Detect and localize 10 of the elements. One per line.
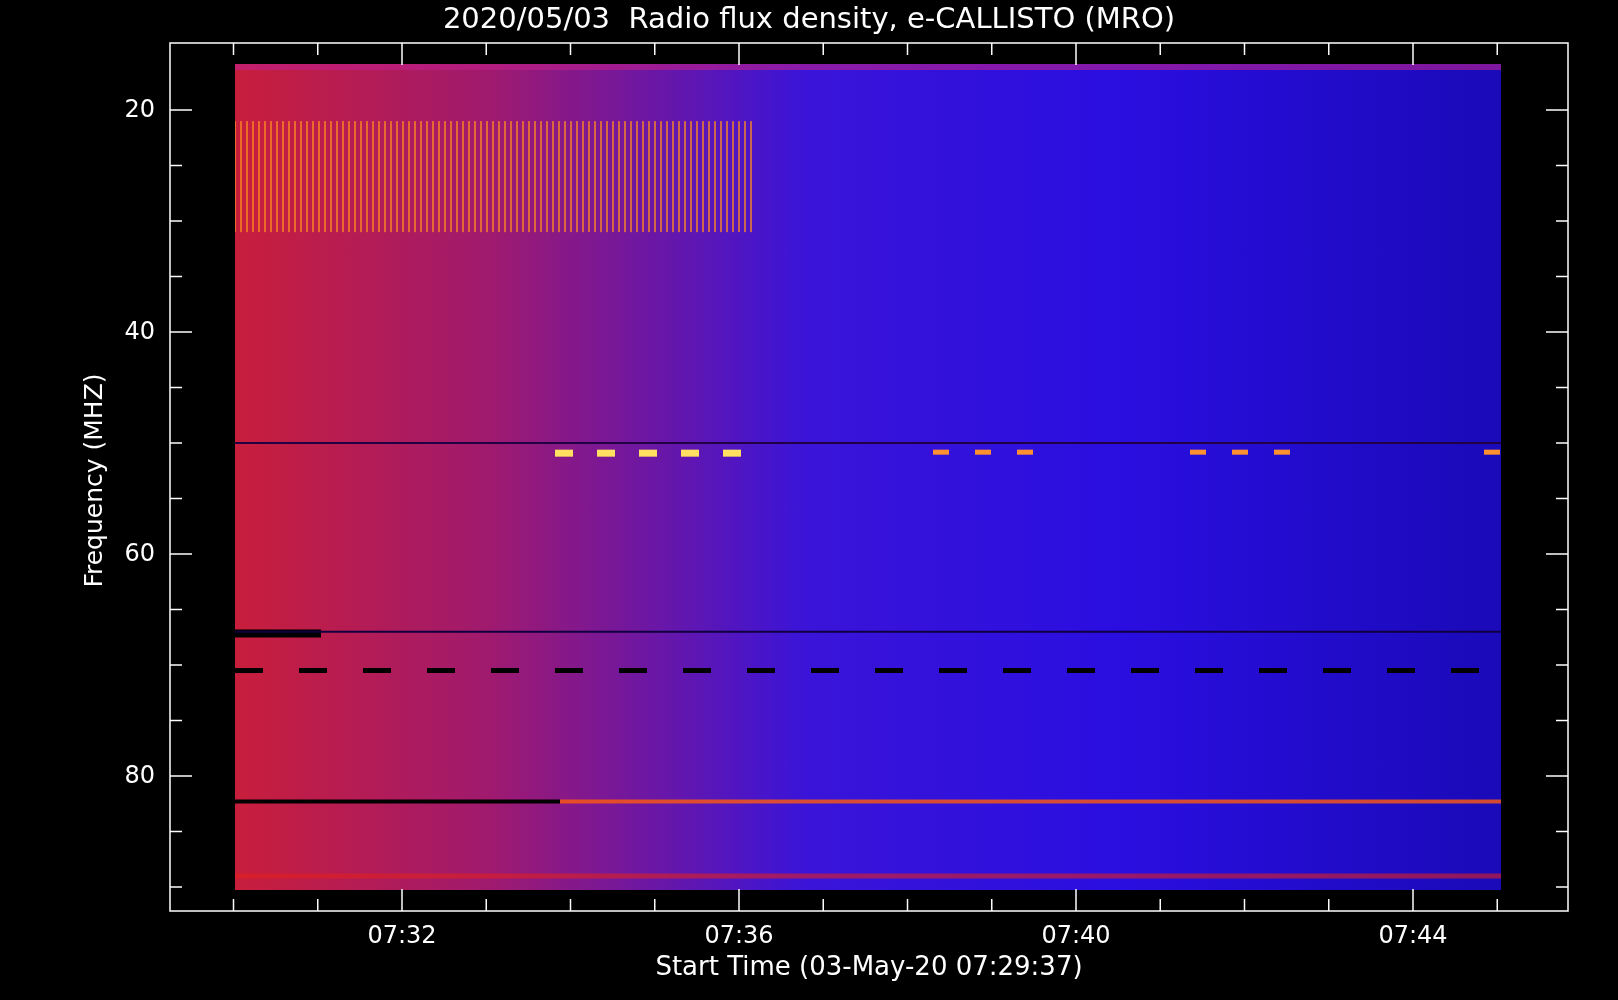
y-tick-label: 40 xyxy=(123,319,155,343)
y-tick-label: 80 xyxy=(123,763,155,787)
chart-title: 2020/05/03 Radio flux density, e-CALLISTO (MRO) xyxy=(441,4,1177,33)
x-tick-label: 07:36 xyxy=(703,923,775,947)
y-axis-label: Frequency (MHZ) xyxy=(80,372,106,590)
x-axis-label: Start Time (03-May-20 07:29:37) xyxy=(654,953,1084,979)
y-tick-label: 20 xyxy=(123,97,155,121)
x-tick-label: 07:44 xyxy=(1377,923,1449,947)
x-tick-label: 07:32 xyxy=(366,923,438,947)
x-tick-label: 07:40 xyxy=(1040,923,1112,947)
